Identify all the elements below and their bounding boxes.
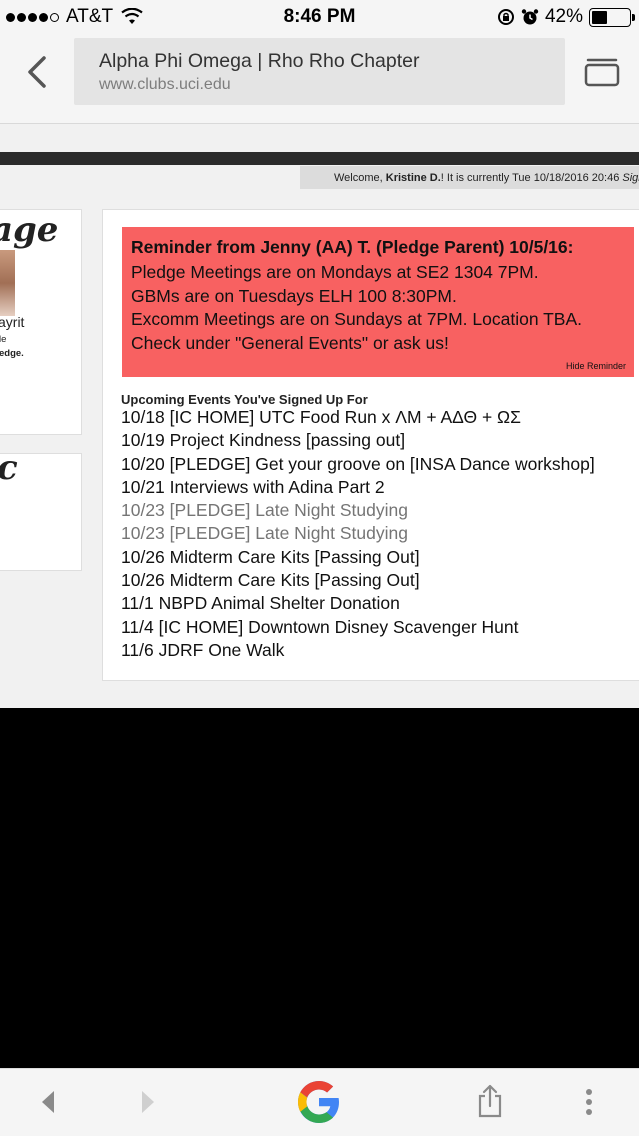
event-item[interactable]: 10/26 Midterm Care Kits [Passing Out] bbox=[121, 569, 595, 592]
signout-link[interactable]: Sign bbox=[622, 172, 639, 184]
welcome-prefix: Welcome, bbox=[334, 172, 386, 184]
status-right: 42% bbox=[497, 6, 635, 28]
status-bar: AT&T 8:46 PM 42% bbox=[0, 0, 639, 34]
dashboard-card: Reminder from Jenny (AA) T. (Pledge Pare… bbox=[102, 209, 639, 681]
event-item[interactable]: 11/1 NBPD Animal Shelter Donation bbox=[121, 592, 595, 615]
reminder-box: Reminder from Jenny (AA) T. (Pledge Pare… bbox=[122, 227, 634, 377]
reminder-line: GBMs are on Tuesdays ELH 100 8:30PM. bbox=[131, 285, 457, 306]
welcome-datetime: ! It is currently Tue 10/18/2016 20:46 bbox=[440, 172, 623, 184]
welcome-user: Kristine D. bbox=[385, 172, 441, 184]
back-chevron-icon[interactable] bbox=[20, 54, 56, 90]
address-bar[interactable]: Alpha Phi Omega | Rho Rho Chapter www.cl… bbox=[74, 38, 565, 105]
event-item[interactable]: 10/20 [PLEDGE] Get your groove on [INSA … bbox=[121, 453, 595, 476]
hide-reminder-link[interactable]: Hide Reminder bbox=[566, 361, 626, 371]
event-item[interactable]: 10/19 Project Kindness [passing out] bbox=[121, 429, 595, 452]
reminder-line: Check under "General Events" or ask us! bbox=[131, 332, 449, 353]
profile-card: age ayrit le edge. bbox=[0, 209, 82, 435]
back-arrow-icon[interactable] bbox=[38, 1089, 58, 1115]
event-item[interactable]: 10/26 Midterm Care Kits [Passing Out] bbox=[121, 546, 595, 569]
event-item[interactable]: 10/18 [IC HOME] UTC Food Run x ΛΜ + ΑΔΘ … bbox=[121, 406, 595, 429]
rotation-lock-icon bbox=[497, 9, 514, 25]
bottom-toolbar bbox=[0, 1068, 639, 1136]
event-item[interactable]: 10/21 Interviews with Adina Part 2 bbox=[121, 476, 595, 499]
events-heading: Upcoming Events You've Signed Up For bbox=[121, 392, 368, 407]
blank-page-area bbox=[0, 708, 639, 1068]
event-item[interactable]: 10/23 [PLEDGE] Late Night Studying bbox=[121, 522, 595, 545]
tabs-switcher-icon[interactable] bbox=[583, 54, 621, 88]
profile-line-2: edge. bbox=[0, 348, 24, 359]
event-item[interactable]: 11/6 JDRF One Walk bbox=[121, 639, 595, 662]
web-content: Welcome, Kristine D.! It is currently Tu… bbox=[0, 124, 639, 708]
battery-icon bbox=[589, 7, 635, 27]
page-domain: www.clubs.uci.edu bbox=[99, 76, 231, 93]
site-nav-band bbox=[0, 152, 639, 165]
google-logo-icon[interactable] bbox=[295, 1078, 343, 1126]
welcome-bar: Welcome, Kristine D.! It is currently Tu… bbox=[300, 166, 639, 189]
event-item[interactable]: 10/23 [PLEDGE] Late Night Studying bbox=[121, 499, 595, 522]
battery-percent: 42% bbox=[544, 6, 583, 27]
reminder-line: Excomm Meetings are on Sundays at 7PM. L… bbox=[131, 309, 583, 329]
share-icon[interactable] bbox=[476, 1083, 504, 1119]
reminder-title: Reminder from Jenny (AA) T. (Pledge Pare… bbox=[131, 237, 574, 257]
reminder-line: Pledge Meetings are on Mondays at SE2 13… bbox=[131, 262, 539, 282]
browser-header: Alpha Phi Omega | Rho Rho Chapter www.cl… bbox=[0, 34, 639, 124]
profile-photo bbox=[0, 250, 15, 316]
page-title: Alpha Phi Omega | Rho Rho Chapter bbox=[99, 50, 420, 72]
alarm-icon bbox=[521, 9, 539, 25]
profile-line-1: le bbox=[0, 334, 7, 345]
secondary-card-title: c bbox=[0, 454, 18, 488]
profile-card-title: age bbox=[0, 210, 59, 250]
more-vert-icon[interactable] bbox=[582, 1087, 596, 1117]
secondary-card: c bbox=[0, 453, 82, 571]
forward-arrow-icon[interactable] bbox=[138, 1089, 158, 1115]
profile-name: ayrit bbox=[0, 314, 25, 330]
event-item[interactable]: 11/4 [IC HOME] Downtown Disney Scavenger… bbox=[121, 616, 595, 639]
events-list: 10/18 [IC HOME] UTC Food Run x ΛΜ + ΑΔΘ … bbox=[121, 406, 595, 662]
